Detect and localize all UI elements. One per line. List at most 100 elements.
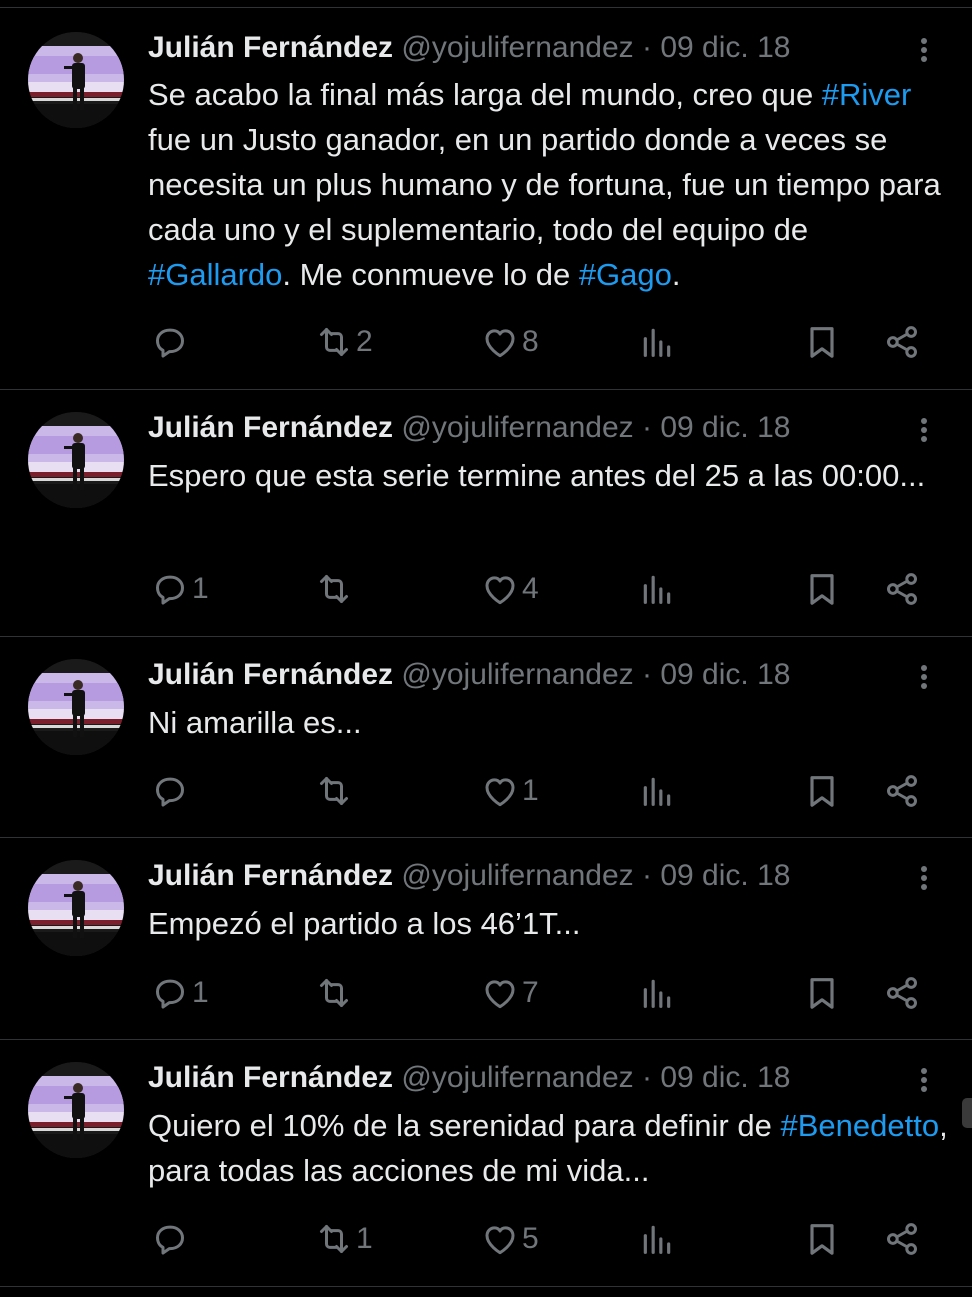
heart-icon <box>480 771 520 811</box>
tweet[interactable]: Julián Fernández @yojulifernandez · 09 d… <box>0 637 972 838</box>
like-count: 8 <box>522 325 539 358</box>
bookmark-icon <box>802 322 842 362</box>
hashtag-link[interactable]: #Benedetto <box>780 1108 939 1143</box>
share-button[interactable] <box>882 973 922 1013</box>
reply-button[interactable]: 1 <box>150 569 209 609</box>
retweet-button[interactable]: 1 <box>314 1219 373 1259</box>
retweet-icon <box>314 1219 354 1259</box>
author-handle[interactable]: @yojulifernandez <box>401 658 633 691</box>
avatar[interactable] <box>28 32 124 128</box>
hashtag-link[interactable]: #River <box>822 77 912 112</box>
tweet-actions: 17 <box>0 973 972 1013</box>
author-name[interactable]: Julián Fernández <box>148 31 393 64</box>
retweet-count: 2 <box>356 325 373 358</box>
tweet-text: Quiero el 10% de la serenidad para defin… <box>148 1103 948 1193</box>
retweet-button[interactable] <box>314 973 356 1013</box>
views-chart-icon <box>637 322 677 362</box>
like-button[interactable]: 1 <box>480 771 539 811</box>
scroll-indicator[interactable] <box>962 1098 972 1128</box>
tweet-text-segment: . Me conmueve lo de <box>282 257 579 292</box>
retweet-icon <box>314 322 354 362</box>
tweet[interactable]: Julián Fernández @yojulifernandez · 09 d… <box>0 390 972 637</box>
avatar[interactable] <box>28 860 124 956</box>
hashtag-link[interactable]: #Gago <box>579 257 672 292</box>
author-name[interactable]: Julián Fernández <box>148 1061 393 1094</box>
views-chart-icon <box>637 973 677 1013</box>
views-button[interactable] <box>637 973 677 1013</box>
views-button[interactable] <box>637 569 677 609</box>
author-handle[interactable]: @yojulifernandez <box>401 411 633 444</box>
views-chart-icon <box>637 771 677 811</box>
reply-button[interactable] <box>150 322 192 362</box>
share-button[interactable] <box>882 771 922 811</box>
hashtag-link[interactable]: #Gallardo <box>148 257 282 292</box>
retweet-button[interactable] <box>314 569 356 609</box>
like-button[interactable]: 7 <box>480 973 539 1013</box>
like-button[interactable]: 5 <box>480 1219 539 1259</box>
tweet-date[interactable]: · 09 dic. 18 <box>642 658 790 691</box>
reply-icon <box>150 322 190 362</box>
author-name[interactable]: Julián Fernández <box>148 411 393 444</box>
share-icon <box>882 771 922 811</box>
tweet-actions: 14 <box>0 569 972 609</box>
retweet-icon <box>314 973 354 1013</box>
tweet-date[interactable]: · 09 dic. 18 <box>642 1061 790 1094</box>
share-button[interactable] <box>882 1219 922 1259</box>
like-count: 1 <box>522 774 539 807</box>
tweet-text-segment: Quiero el 10% de la serenidad para defin… <box>148 1108 781 1143</box>
reply-button[interactable] <box>150 771 192 811</box>
tweet[interactable]: Julián Fernández @yojulifernandez · 09 d… <box>0 838 972 1040</box>
tweet-date[interactable]: · 09 dic. 18 <box>642 31 790 64</box>
tweet-header: Julián Fernández @yojulifernandez · 09 d… <box>148 655 790 695</box>
share-icon <box>882 569 922 609</box>
reply-button[interactable]: 1 <box>150 973 209 1013</box>
avatar[interactable] <box>28 1062 124 1158</box>
views-button[interactable] <box>637 771 677 811</box>
bookmark-button[interactable] <box>802 771 842 811</box>
tweet-text: Empezó el partido a los 46’1T... <box>148 901 948 946</box>
bookmark-button[interactable] <box>802 569 842 609</box>
tweet-text-segment: Empezó el partido a los 46’1T... <box>148 906 581 941</box>
like-count: 5 <box>522 1222 539 1255</box>
bookmark-button[interactable] <box>802 973 842 1013</box>
tweet-text-segment: . <box>671 257 681 292</box>
share-icon <box>882 973 922 1013</box>
tweet[interactable]: Julián Fernández @yojulifernandez · 09 d… <box>0 8 972 390</box>
bookmark-button[interactable] <box>802 322 842 362</box>
more-vertical-icon[interactable] <box>912 858 936 898</box>
like-count: 4 <box>522 572 539 605</box>
tweet-text: Se acabo la final más larga del mundo, c… <box>148 72 948 297</box>
like-button[interactable]: 8 <box>480 322 539 362</box>
author-handle[interactable]: @yojulifernandez <box>401 1061 633 1094</box>
more-vertical-icon[interactable] <box>912 657 936 697</box>
tweet-date[interactable]: · 09 dic. 18 <box>642 859 790 892</box>
like-count: 7 <box>522 976 539 1009</box>
avatar[interactable] <box>28 659 124 755</box>
retweet-button[interactable]: 2 <box>314 322 373 362</box>
views-chart-icon <box>637 1219 677 1259</box>
bookmark-icon <box>802 771 842 811</box>
author-handle[interactable]: @yojulifernandez <box>401 31 633 64</box>
bookmark-button[interactable] <box>802 1219 842 1259</box>
more-vertical-icon[interactable] <box>912 1060 936 1100</box>
avatar[interactable] <box>28 412 124 508</box>
author-handle[interactable]: @yojulifernandez <box>401 859 633 892</box>
bookmark-icon <box>802 1219 842 1259</box>
heart-icon <box>480 1219 520 1259</box>
author-name[interactable]: Julián Fernández <box>148 658 393 691</box>
views-button[interactable] <box>637 322 677 362</box>
tweet[interactable]: Julián Fernández @yojulifernandez · 09 d… <box>0 1040 972 1287</box>
share-icon <box>882 322 922 362</box>
retweet-button[interactable] <box>314 771 356 811</box>
heart-icon <box>480 569 520 609</box>
share-button[interactable] <box>882 322 922 362</box>
reply-button[interactable] <box>150 1219 192 1259</box>
share-button[interactable] <box>882 569 922 609</box>
like-button[interactable]: 4 <box>480 569 539 609</box>
tweet-date[interactable]: · 09 dic. 18 <box>642 411 790 444</box>
views-button[interactable] <box>637 1219 677 1259</box>
more-vertical-icon[interactable] <box>912 410 936 450</box>
tweet-text-segment: Espero que esta serie termine antes del … <box>148 458 926 493</box>
author-name[interactable]: Julián Fernández <box>148 859 393 892</box>
more-vertical-icon[interactable] <box>912 30 936 70</box>
